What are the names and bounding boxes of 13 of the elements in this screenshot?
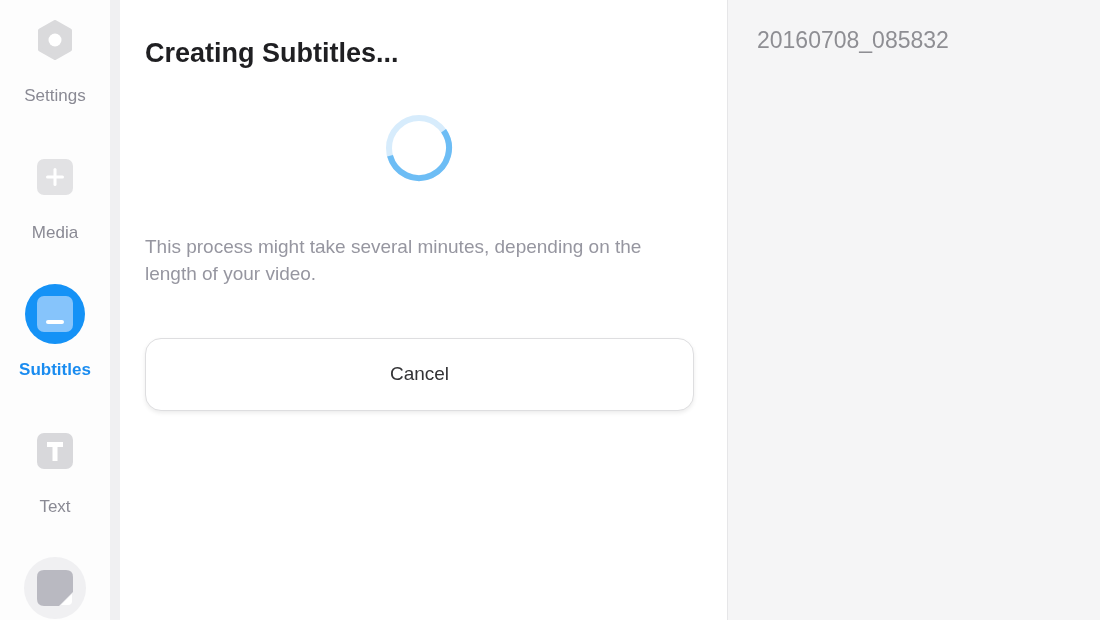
text-icon (37, 433, 73, 469)
settings-icon (37, 20, 73, 60)
cancel-button[interactable]: Cancel (145, 338, 694, 411)
sidebar-item[interactable]: Media (10, 146, 100, 243)
file-name: 20160708_085832 (757, 26, 949, 54)
plus-icon (37, 159, 73, 195)
dialog-title: Creating Subtitles... (145, 37, 399, 69)
sidebar-item[interactable]: Settings (10, 9, 100, 106)
progress-message: This process might take several minutes, depending on the length of your video. (145, 235, 643, 286)
sidebar-item[interactable]: Text (10, 420, 100, 517)
loading-spinner-icon (385, 114, 453, 182)
sidebar-item[interactable]: Subtitles (10, 283, 100, 380)
caption-icon (25, 284, 85, 344)
